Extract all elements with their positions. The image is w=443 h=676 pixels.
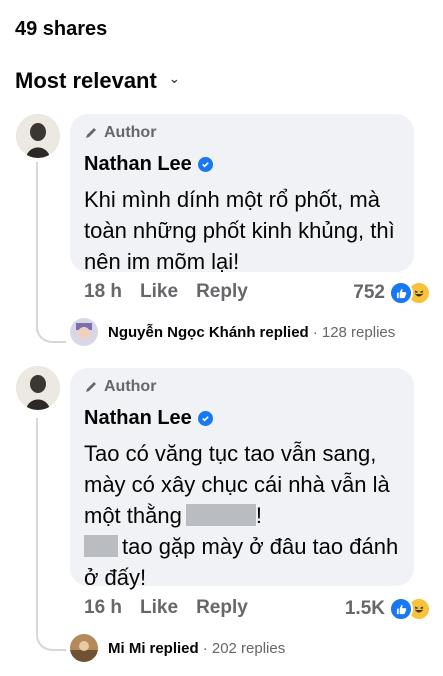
reaction-summary[interactable]: 1.5K: [345, 597, 431, 621]
replier-name[interactable]: Mi Mi: [108, 640, 146, 657]
censored-word: [84, 535, 118, 557]
thread-line: [36, 162, 38, 332]
commenter-name-label[interactable]: Nathan Lee: [84, 153, 192, 176]
reaction-summary[interactable]: 752: [353, 281, 431, 305]
sort-label: Most relevant: [15, 68, 157, 93]
comment-text: Khi mình dính một rổ phốt, mà toàn những…: [84, 187, 395, 274]
verified-icon: [197, 157, 213, 172]
replier-name[interactable]: Nguyễn Ngọc Khánh: [108, 324, 256, 341]
pencil-icon: [86, 128, 96, 138]
avatar: [70, 634, 98, 662]
comment-bubble: Author Nathan Lee Tao có văng tục tao vẫ…: [70, 368, 414, 590]
like-button[interactable]: Like: [140, 597, 178, 619]
comment-time[interactable]: 16 h: [84, 597, 122, 619]
comment-bubble: Author Nathan Lee Khi mình dính một rổ p…: [70, 114, 414, 274]
comment-text-part: !: [255, 503, 262, 528]
comment-actions: 18 h Like Reply: [84, 281, 266, 303]
like-reaction-icon: [389, 597, 413, 621]
thread-line: [36, 418, 38, 632]
commenter-name[interactable]: Nathan Lee: [84, 407, 213, 430]
reply-count: · 128 replies: [312, 323, 396, 341]
avatar[interactable]: [16, 366, 60, 410]
like-button[interactable]: Like: [140, 281, 178, 303]
chevron-down-icon: ⌄: [168, 71, 180, 86]
comment-time[interactable]: 18 h: [84, 281, 122, 303]
replied-word: replied: [149, 639, 199, 657]
reaction-count: 752: [353, 282, 385, 303]
thread-curve: [36, 621, 66, 651]
like-reaction-icon: [389, 281, 413, 305]
comment-text: Tao có văng tục tao vẫn sang, mày có xây…: [84, 438, 408, 593]
reaction-count: 1.5K: [344, 598, 385, 619]
commenter-name-label[interactable]: Nathan Lee: [84, 407, 192, 430]
reply-count: · 202 replies: [202, 639, 286, 657]
author-badge: Author: [84, 378, 156, 396]
thread-curve: [36, 313, 66, 343]
shares-count[interactable]: 49 shares: [15, 18, 107, 41]
replies-summary[interactable]: Mi Mi replied · 202 replies: [70, 634, 285, 662]
commenter-name[interactable]: Nathan Lee: [84, 153, 213, 176]
replies-summary[interactable]: Nguyễn Ngọc Khánh replied · 128 replies: [70, 318, 395, 346]
author-badge: Author: [84, 124, 156, 142]
replied-word: replied: [259, 323, 309, 341]
comment-actions: 16 h Like Reply: [84, 597, 266, 619]
sort-dropdown[interactable]: Most relevant ⌄: [15, 68, 180, 94]
author-badge-label: Author: [104, 378, 157, 395]
reply-button[interactable]: Reply: [196, 597, 248, 619]
reply-button[interactable]: Reply: [196, 281, 248, 303]
avatar: [70, 318, 98, 346]
author-badge-label: Author: [104, 124, 157, 141]
comment-text-part: tao gặp mày ở đâu tao đánh ở đấy!: [84, 534, 399, 590]
verified-icon: [197, 411, 213, 426]
censored-word: [185, 504, 256, 526]
avatar[interactable]: [16, 114, 60, 158]
pencil-icon: [86, 382, 96, 392]
